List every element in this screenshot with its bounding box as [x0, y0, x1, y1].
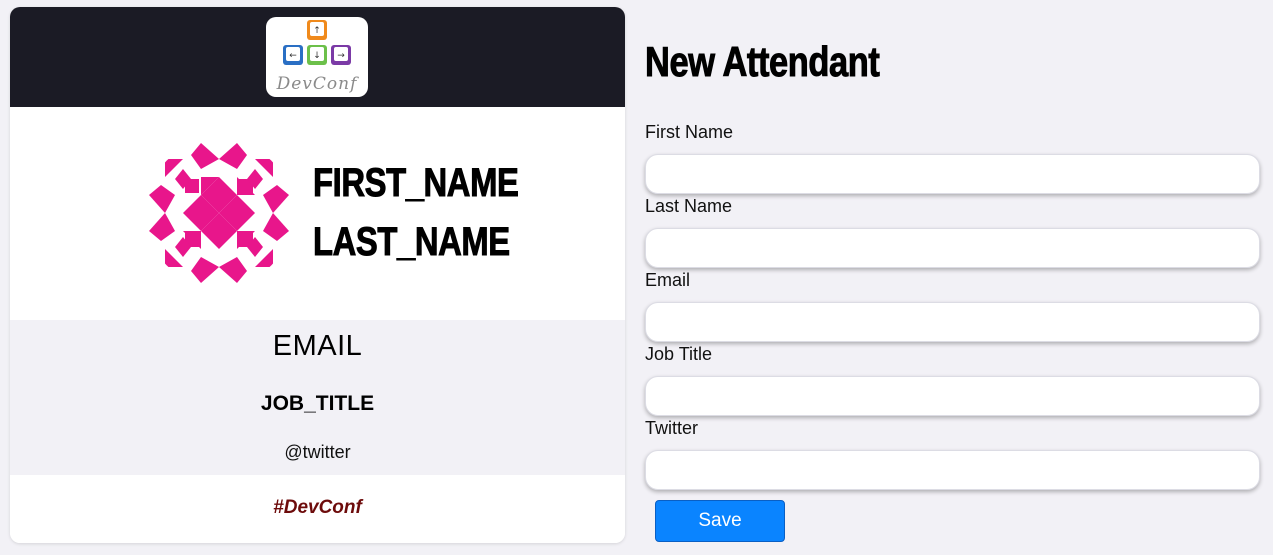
email-input[interactable]: [645, 302, 1260, 342]
badge-last-name: LAST_NAME: [313, 220, 511, 265]
twitter-input[interactable]: [645, 450, 1260, 490]
email-label: Email: [645, 270, 691, 290]
form-title: New Attendant: [645, 38, 881, 86]
first-name-label: First Name: [645, 122, 734, 142]
logo-text: DevConf: [276, 74, 358, 94]
svg-text:←: ←: [289, 51, 297, 61]
twitter-label: Twitter: [645, 418, 699, 438]
badge-identity: FIRST_NAME LAST_NAME: [10, 107, 625, 320]
save-button[interactable]: Save: [655, 500, 785, 542]
badge-first-name: FIRST_NAME: [313, 161, 520, 206]
job-title-input[interactable]: [645, 376, 1260, 416]
svg-text:↓: ↓: [313, 51, 321, 61]
badge-header: ↑ ← ↓ → DevConf: [10, 7, 625, 107]
badge-hashtag: #DevConf: [273, 497, 362, 518]
first-name-input[interactable]: [645, 154, 1260, 194]
last-name-label: Last Name: [645, 196, 733, 216]
last-name-input[interactable]: [645, 228, 1260, 268]
job-title-label: Job Title: [645, 344, 713, 364]
badge-footer: #DevConf: [10, 475, 625, 543]
devconf-logo: ↑ ← ↓ → DevConf: [266, 17, 368, 97]
badge-details: EMAIL JOB_TITLE @twitter: [10, 320, 625, 475]
avatar: [145, 139, 293, 287]
badge-job-title: JOB_TITLE: [260, 392, 375, 415]
identicon-avatar: [145, 139, 293, 287]
badge-twitter: @twitter: [284, 442, 351, 462]
svg-text:↑: ↑: [313, 26, 321, 36]
badge-card: ↑ ← ↓ → DevConf FIRST_NAME LAST_NAME EMA…: [10, 7, 625, 543]
svg-text:→: →: [337, 51, 345, 61]
badge-email: EMAIL: [272, 330, 363, 362]
